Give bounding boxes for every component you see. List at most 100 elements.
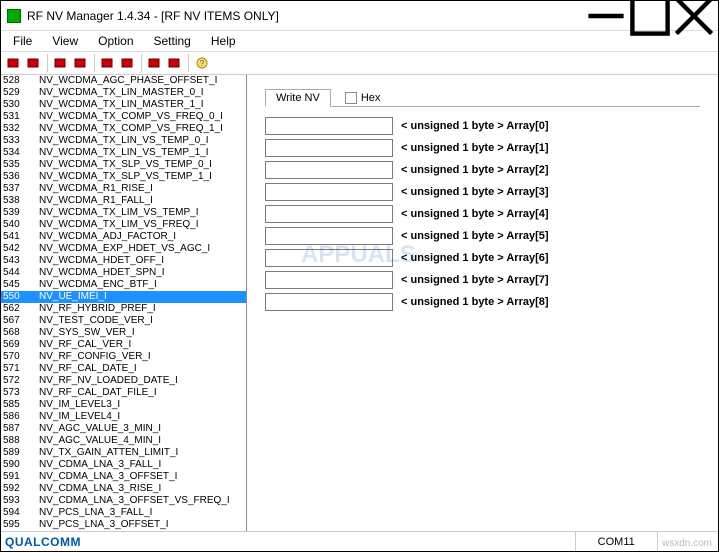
list-item[interactable]: 570NV_RF_CONFIG_VER_I xyxy=(1,351,246,363)
list-item[interactable]: 538NV_WCDMA_R1_FALL_I xyxy=(1,195,246,207)
maximize-button[interactable] xyxy=(628,2,672,30)
list-item-num: 545 xyxy=(1,279,33,291)
list-item[interactable]: 572NV_RF_NV_LOADED_DATE_I xyxy=(1,375,246,387)
array-value-input[interactable] xyxy=(265,161,393,179)
menu-view[interactable]: View xyxy=(44,32,86,50)
list-item[interactable]: 573NV_RF_CAL_DAT_FILE_I xyxy=(1,387,246,399)
list-item[interactable]: 540NV_WCDMA_TX_LIM_VS_FREQ_I xyxy=(1,219,246,231)
list-item[interactable]: 585NV_IM_LEVEL3_I xyxy=(1,399,246,411)
list-item-num: 587 xyxy=(1,423,33,435)
list-item[interactable]: 541NV_WCDMA_ADJ_FACTOR_I xyxy=(1,231,246,243)
about-icon[interactable]: ? xyxy=(193,54,211,72)
toolbar-icon[interactable] xyxy=(99,54,117,72)
list-item-num: 590 xyxy=(1,459,33,471)
list-item[interactable]: 537NV_WCDMA_R1_RISE_I xyxy=(1,183,246,195)
list-item[interactable]: 591NV_CDMA_LNA_3_OFFSET_I xyxy=(1,471,246,483)
list-item[interactable]: 533NV_WCDMA_TX_LIN_VS_TEMP_0_I xyxy=(1,135,246,147)
list-item-name: NV_WCDMA_TX_LIN_VS_TEMP_1_I xyxy=(33,147,209,159)
status-empty xyxy=(657,532,714,551)
list-item[interactable]: 528NV_WCDMA_AGC_PHASE_OFFSET_I xyxy=(1,75,246,87)
toolbar-icon[interactable] xyxy=(146,54,164,72)
toolbar-icon[interactable] xyxy=(25,54,43,72)
list-item[interactable]: 530NV_WCDMA_TX_LIN_MASTER_1_I xyxy=(1,99,246,111)
toolbar-icon[interactable] xyxy=(5,54,23,72)
list-item-num: 589 xyxy=(1,447,33,459)
list-item[interactable]: 544NV_WCDMA_HDET_SPN_I xyxy=(1,267,246,279)
list-item[interactable]: 562NV_RF_HYBRID_PREF_I xyxy=(1,303,246,315)
list-item[interactable]: 534NV_WCDMA_TX_LIN_VS_TEMP_1_I xyxy=(1,147,246,159)
list-item[interactable]: 529NV_WCDMA_TX_LIN_MASTER_0_I xyxy=(1,87,246,99)
list-item-num: 569 xyxy=(1,339,33,351)
array-type-label: < unsigned 1 byte > Array[4] xyxy=(401,208,549,220)
list-item[interactable]: 589NV_TX_GAIN_ATTEN_LIMIT_I xyxy=(1,447,246,459)
list-item[interactable]: 535NV_WCDMA_TX_SLP_VS_TEMP_0_I xyxy=(1,159,246,171)
list-item[interactable]: 586NV_IM_LEVEL4_I xyxy=(1,411,246,423)
list-item[interactable]: 542NV_WCDMA_EXP_HDET_VS_AGC_I xyxy=(1,243,246,255)
list-item-name: NV_WCDMA_EXP_HDET_VS_AGC_I xyxy=(33,243,210,255)
list-item-num: 528 xyxy=(1,75,33,87)
list-item[interactable]: 550NV_UE_IMEI_I xyxy=(1,291,246,303)
list-item-num: 591 xyxy=(1,471,33,483)
array-value-input[interactable] xyxy=(265,271,393,289)
list-item[interactable]: 592NV_CDMA_LNA_3_RISE_I xyxy=(1,483,246,495)
list-item-num: 532 xyxy=(1,123,33,135)
array-value-input[interactable] xyxy=(265,183,393,201)
menu-help[interactable]: Help xyxy=(203,32,244,50)
list-item[interactable]: 545NV_WCDMA_ENC_BTF_I xyxy=(1,279,246,291)
array-value-input[interactable] xyxy=(265,293,393,311)
list-item-name: NV_RF_HYBRID_PREF_I xyxy=(33,303,156,315)
hex-checkbox[interactable]: Hex xyxy=(339,90,387,106)
list-item-name: NV_WCDMA_ENC_BTF_I xyxy=(33,279,157,291)
list-item[interactable]: 536NV_WCDMA_TX_SLP_VS_TEMP_1_I xyxy=(1,171,246,183)
list-item[interactable]: 567NV_TEST_CODE_VER_I xyxy=(1,315,246,327)
list-item[interactable]: 543NV_WCDMA_HDET_OFF_I xyxy=(1,255,246,267)
list-item[interactable]: 590NV_CDMA_LNA_3_FALL_I xyxy=(1,459,246,471)
nv-item-list[interactable]: 528NV_WCDMA_AGC_PHASE_OFFSET_I529NV_WCDM… xyxy=(1,75,247,531)
toolbar-icon[interactable] xyxy=(166,54,184,72)
list-item-num: 594 xyxy=(1,507,33,519)
detail-panel: Write NV Hex < unsigned 1 byte > Array[0… xyxy=(247,75,718,531)
checkbox-icon[interactable] xyxy=(345,92,357,104)
list-item-name: NV_WCDMA_TX_LIM_VS_FREQ_I xyxy=(33,219,199,231)
toolbar-icon[interactable] xyxy=(52,54,70,72)
array-value-input[interactable] xyxy=(265,205,393,223)
list-item-num: 540 xyxy=(1,219,33,231)
menu-option[interactable]: Option xyxy=(90,32,141,50)
list-item-num: 531 xyxy=(1,111,33,123)
list-item[interactable]: 569NV_RF_CAL_VER_I xyxy=(1,339,246,351)
list-item[interactable]: 571NV_RF_CAL_DATE_I xyxy=(1,363,246,375)
array-value-input[interactable] xyxy=(265,117,393,135)
array-field-row: < unsigned 1 byte > Array[3] xyxy=(265,183,700,201)
list-item[interactable]: 595NV_PCS_LNA_3_OFFSET_I xyxy=(1,519,246,531)
minimize-button[interactable] xyxy=(584,2,628,30)
list-item-name: NV_AGC_VALUE_3_MIN_I xyxy=(33,423,161,435)
list-item[interactable]: 531NV_WCDMA_TX_COMP_VS_FREQ_0_I xyxy=(1,111,246,123)
toolbar-icon[interactable] xyxy=(119,54,137,72)
array-value-input[interactable] xyxy=(265,249,393,267)
array-value-input[interactable] xyxy=(265,139,393,157)
list-item-name: NV_PCS_LNA_3_OFFSET_I xyxy=(33,519,169,531)
list-item-name: NV_CDMA_LNA_3_RISE_I xyxy=(33,483,161,495)
menu-file[interactable]: File xyxy=(5,32,40,50)
list-item[interactable]: 594NV_PCS_LNA_3_FALL_I xyxy=(1,507,246,519)
list-item-num: 535 xyxy=(1,159,33,171)
list-item[interactable]: 587NV_AGC_VALUE_3_MIN_I xyxy=(1,423,246,435)
list-item-name: NV_WCDMA_TX_LIN_MASTER_0_I xyxy=(33,87,204,99)
list-item-num: 562 xyxy=(1,303,33,315)
list-item-num: 588 xyxy=(1,435,33,447)
list-item[interactable]: 593NV_CDMA_LNA_3_OFFSET_VS_FREQ_I xyxy=(1,495,246,507)
list-item[interactable]: 568NV_SYS_SW_VER_I xyxy=(1,327,246,339)
menu-setting[interactable]: Setting xyxy=(146,32,199,50)
list-item[interactable]: 588NV_AGC_VALUE_4_MIN_I xyxy=(1,435,246,447)
list-item-num: 571 xyxy=(1,363,33,375)
list-item[interactable]: 532NV_WCDMA_TX_COMP_VS_FREQ_1_I xyxy=(1,123,246,135)
list-item[interactable]: 539NV_WCDMA_TX_LIM_VS_TEMP_I xyxy=(1,207,246,219)
array-value-input[interactable] xyxy=(265,227,393,245)
tab-write-nv[interactable]: Write NV xyxy=(265,89,331,107)
toolbar-icon[interactable] xyxy=(72,54,90,72)
array-field-row: < unsigned 1 byte > Array[7] xyxy=(265,271,700,289)
list-item-num: 593 xyxy=(1,495,33,507)
list-item-name: NV_CDMA_LNA_3_OFFSET_VS_FREQ_I xyxy=(33,495,230,507)
close-button[interactable] xyxy=(672,2,716,30)
list-item-num: 586 xyxy=(1,411,33,423)
